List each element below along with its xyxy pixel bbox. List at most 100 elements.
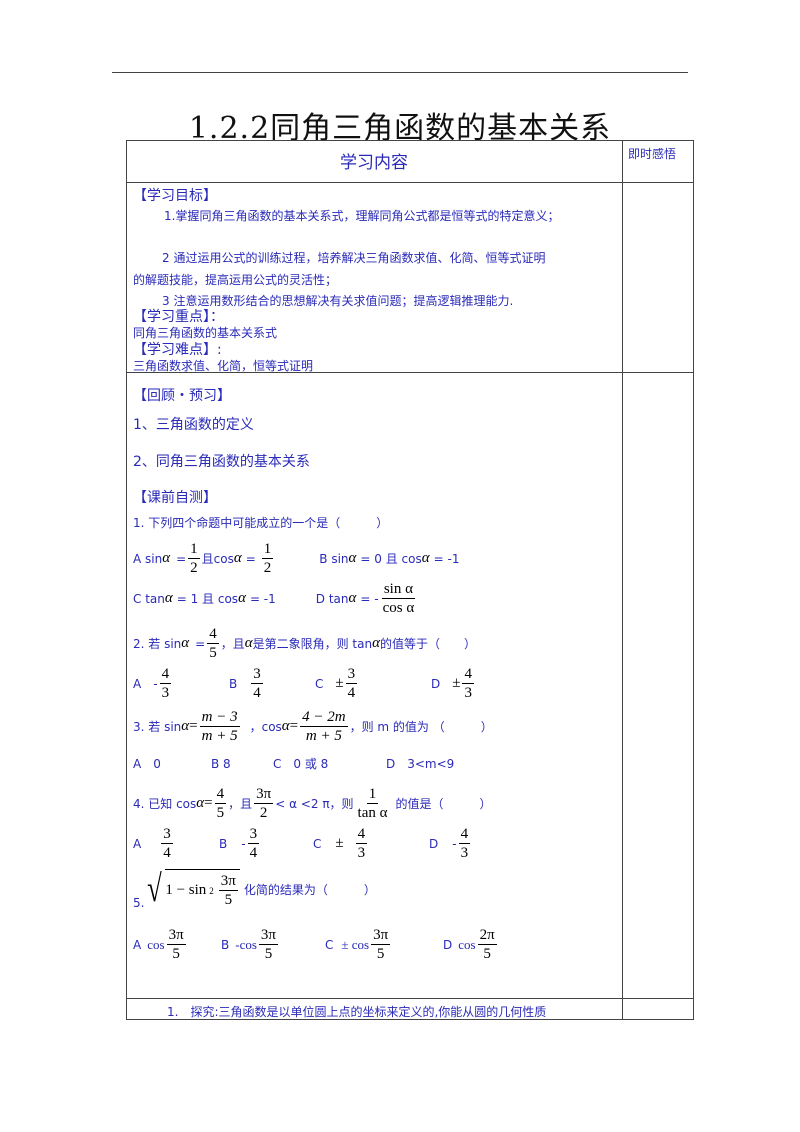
question-2-options: A-43 B34 C ±3 4 D ±4 3 <box>133 665 476 702</box>
fraction: 3π 5 <box>218 872 238 909</box>
math-text: = - <box>360 591 379 606</box>
fraction-denominator: 3 <box>161 685 170 701</box>
fraction: 3π 5 <box>166 926 186 963</box>
math-text: ，且 <box>228 797 253 811</box>
math-text: - <box>241 836 246 851</box>
fraction: 34 <box>247 825 260 862</box>
math-text: D <box>443 937 453 952</box>
option-a: A 34 <box>133 825 219 862</box>
fraction-numerator: 4 <box>355 826 368 844</box>
math-text: 2. 若 sin <box>133 637 182 651</box>
fraction-numerator: 3π <box>258 927 278 945</box>
math-text: C <box>313 836 322 851</box>
fraction-numerator: sin α <box>381 581 415 599</box>
review-item: 1、三角函数的定义 <box>133 417 254 433</box>
header-rule <box>112 72 688 73</box>
column-header-content: 学习内容 <box>340 153 408 173</box>
math-text: ± <box>335 835 344 851</box>
math-text: 1 − sin <box>165 882 207 898</box>
fraction-denominator: 5 <box>209 645 217 661</box>
fraction-numerator: 1 <box>261 541 274 559</box>
math-text: 3. 若 sin <box>133 720 182 734</box>
fraction-numerator: 1 <box>366 786 379 804</box>
question-5-stem: 5. √ 1 − sin 2 3π 5 化简的结果为（ ） <box>133 868 376 910</box>
fraction-numerator: 3π <box>166 927 186 945</box>
fraction: 12 <box>261 540 274 577</box>
math-text: ± cos <box>341 936 370 952</box>
option-d: Dcos 2π 5 <box>443 926 499 963</box>
option-c: C ± cos 3π 5 <box>325 926 443 963</box>
row-divider <box>126 998 694 999</box>
option-d: D ±4 3 <box>431 665 476 702</box>
fraction: 45 <box>214 785 227 822</box>
option-c: C ±4 3 <box>313 825 429 862</box>
math-text: α <box>421 550 430 566</box>
option-d: D-43 <box>429 825 472 862</box>
fraction: 1 tan α <box>356 785 390 822</box>
pretest-heading: 【课前自测】 <box>133 490 217 506</box>
row-divider <box>126 182 694 183</box>
math-text: D <box>431 676 441 691</box>
fraction: 3π 5 <box>258 926 278 963</box>
fraction: 43 <box>355 825 368 862</box>
math-text: cos <box>147 936 165 952</box>
alpha: α <box>233 550 242 566</box>
math-text: = -1 <box>433 551 460 566</box>
fraction: 3π 5 <box>371 926 391 963</box>
fraction: 2π 5 <box>477 926 497 963</box>
fraction-numerator: 3π <box>254 786 274 804</box>
fraction-numerator: 4 <box>462 666 474 684</box>
fraction-numerator: 4 <box>207 626 219 644</box>
math-text: B <box>229 676 238 691</box>
fraction-denominator: 4 <box>163 845 171 861</box>
difficulty-heading: 【学习难点】: <box>133 342 222 358</box>
question-4-stem: 4. 已知 cos α = 45 ，且 3π 2 < α <2 π，则 1 tan … <box>133 785 492 822</box>
radical-sign: √ <box>147 868 163 910</box>
math-text: = <box>195 636 206 651</box>
math-text: < α <2 π，则 <box>275 797 354 811</box>
question-5-options: Acos 3π 5 B -cos 3π 5 C ± cos 3π 5 Dcos 2π 5 <box>133 926 499 963</box>
math-text: α <box>196 795 205 811</box>
objective-item: 的解题技能，提高运用公式的灵活性； <box>133 273 338 287</box>
review-heading: 【回顾・预习】 <box>133 388 231 404</box>
math-text: = <box>289 718 299 734</box>
fraction-denominator: 2 <box>263 560 272 576</box>
question-3-options: A 0 B 8 C 0 或 8 D 3<m<9 <box>133 755 454 772</box>
question-3-stem: 3. 若 sin α = m − 3m + 5 ，cos α = 4 − 2m m… <box>133 708 493 745</box>
math-text: 2 <box>209 885 214 896</box>
fraction-denominator: 5 <box>376 946 385 962</box>
fraction-denominator: 2 <box>190 560 198 576</box>
fraction-numerator: 3 <box>251 666 263 684</box>
alpha: α <box>162 550 171 566</box>
fraction-denominator: 5 <box>224 892 233 908</box>
option-c: C ±3 4 <box>315 665 431 702</box>
math-text: A <box>133 676 142 691</box>
option-c: C tan <box>133 591 165 606</box>
math-text: A <box>133 937 142 952</box>
math-text: ，且 <box>220 637 245 651</box>
equals: = <box>176 551 187 566</box>
fraction: 4 − 2m m + 5 <box>300 708 348 745</box>
objective-item: 2 通过运用公式的训练过程，培养解决三角函数求值、化简、恒等式证明 <box>162 251 546 265</box>
question-2-stem: 2. 若 sin α = 45 ，且 α 是第二象限角，则 tan α 的值等于… <box>133 625 476 662</box>
math-text: α <box>238 590 246 606</box>
option-a: Acos 3π 5 <box>133 926 221 963</box>
fraction-denominator: tan α <box>357 805 388 821</box>
math-text: 1 − sin 2 3π 5 <box>165 869 240 909</box>
option-d: D 3<m<9 <box>386 757 455 771</box>
fraction-numerator: 3 <box>161 826 173 844</box>
math-text: α <box>348 550 357 566</box>
math-text: 的值等于（ ） <box>379 637 476 651</box>
math-text: 4. 已知 cos <box>133 797 197 811</box>
option-b: B sin <box>319 551 349 566</box>
math-text: = <box>189 718 198 734</box>
square-root: √ 1 − sin 2 3π 5 <box>144 868 240 910</box>
question-1-stem: 1. 下列四个命题中可能成立的一个是（ ） <box>133 516 389 530</box>
column-header-notes: 即时感悟 <box>628 147 677 161</box>
column-divider <box>622 140 623 1020</box>
math-text: B <box>221 937 230 952</box>
fraction-denominator: 4 <box>253 685 261 701</box>
fraction-denominator: cos α <box>382 600 415 616</box>
math-text: = -1 <box>249 591 276 606</box>
math-text: 的值是（ ） <box>395 797 492 811</box>
